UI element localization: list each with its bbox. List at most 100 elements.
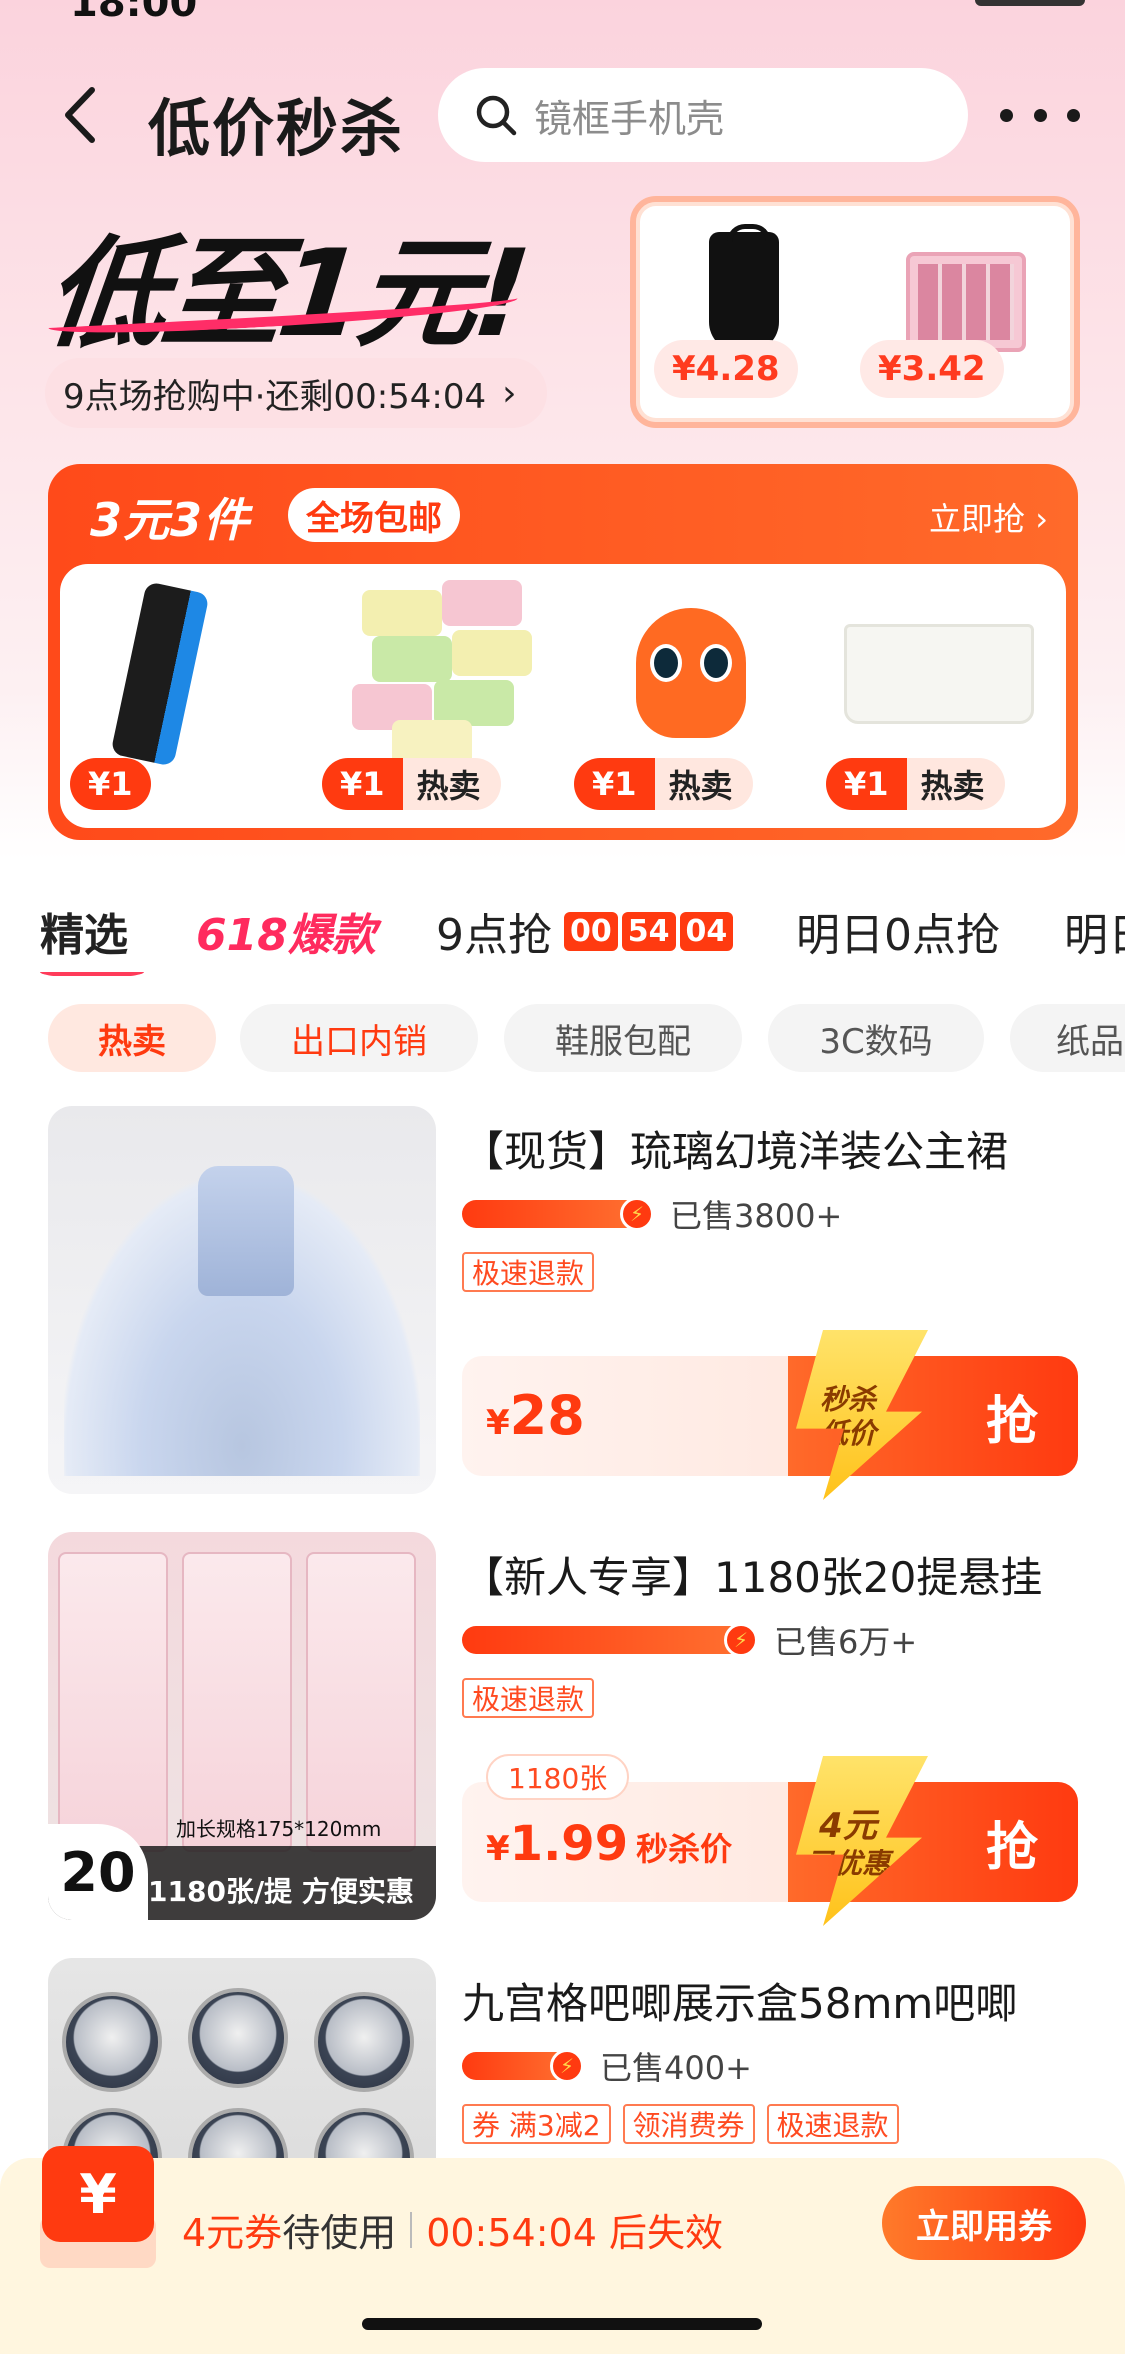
countdown-seconds: 04 [679, 911, 734, 951]
coupon-amount: 4元券 [182, 2211, 283, 2255]
deal-item[interactable]: ¥1 热卖 [312, 564, 562, 828]
price: ¥1.99 秒杀价 [486, 1816, 733, 1872]
coupon-tag: 券 满3减2 [462, 2104, 611, 2144]
featured-product-apron[interactable]: ¥4.28 [654, 222, 834, 412]
featured-product-palette[interactable]: ¥3.42 [860, 222, 1046, 412]
tab-featured[interactable]: 精选 [40, 896, 144, 976]
tab-label: 精选 [40, 910, 128, 961]
chip-3c[interactable]: 3C数码 [768, 1004, 984, 1072]
session-text: 9点场抢购中·还剩00:54:04 [63, 376, 487, 417]
coupon-icon: ¥ [40, 2146, 156, 2268]
badge-line1: 4元 [819, 1805, 877, 1846]
price: ¥28 [486, 1384, 585, 1447]
countdown-minutes: 54 [621, 911, 676, 951]
tab-tomorrow-0am[interactable]: 明日0点抢 [796, 896, 1000, 966]
countdown-hours: 00 [564, 911, 618, 951]
search-placeholder: 镜框手机壳 [534, 96, 725, 141]
search-input[interactable]: 镜框手机壳 [438, 68, 968, 162]
chip-apparel[interactable]: 鞋服包配 [504, 1004, 742, 1072]
deal-price: ¥1 [70, 758, 151, 810]
hot-label: 热卖 [402, 758, 501, 810]
hero-slogan: 低至1元! [39, 225, 533, 364]
hot-label: 热卖 [654, 758, 753, 810]
tab-label: 9点抢 [436, 910, 552, 961]
tag-row: 极速退款 [462, 1252, 595, 1292]
home-indicator [362, 2318, 762, 2330]
buy-bar[interactable]: 1180张 ¥1.99 秒杀价 抢 4元 已优惠 [462, 1754, 1078, 1926]
featured-products-card[interactable]: ¥4.28 ¥3.42 [630, 196, 1080, 428]
price-suffix: 秒杀价 [636, 1830, 733, 1868]
apron-image [709, 224, 779, 352]
bolt-icon: ⚡ [724, 1623, 758, 1657]
price-value: 1.99 [509, 1816, 629, 1872]
price-tag: ¥1 热卖 [574, 758, 753, 810]
product-image[interactable]: 1180张/提 方便实惠 加长规格175*120mm 20 [48, 1532, 436, 1920]
price-tag: ¥1 热卖 [322, 758, 501, 810]
voucher-tag: 领消费券 [622, 2104, 755, 2144]
chip-paper[interactable]: 纸品 [1010, 1004, 1125, 1072]
deal-items-panel: ¥1 ¥1 热卖 ¥1 热卖 ¥1 热卖 [60, 564, 1066, 828]
badge-line1: 秒杀 [819, 1383, 876, 1417]
battery-icon [975, 0, 1085, 6]
session-tabs: 精选 618爆款 9点抢 00 54 04 明日0点抢 明日 [40, 896, 1125, 976]
sold-count: 已售3800+ [670, 1197, 843, 1235]
tab-618[interactable]: 618爆款 [196, 896, 376, 966]
price-value: 28 [509, 1384, 585, 1447]
buy-bar[interactable]: ¥28 抢 秒杀 低价 [462, 1330, 1078, 1500]
deal-item[interactable]: ¥1 热卖 [816, 564, 1066, 828]
use-coupon-button[interactable]: 立即用券 [882, 2186, 1086, 2260]
tag-row: 券 满3减2 领消费券 极速退款 [462, 2104, 899, 2144]
coupon-text: 4元券 待使用 00:54:04 后失效 [182, 2202, 723, 2257]
image-count: 20 [48, 1824, 148, 1920]
product-title: 【新人专享】1180张20提悬挂 [462, 1553, 1043, 1602]
bolt-icon: ⚡ [550, 2049, 584, 2083]
status-time: 18:00 [70, 0, 198, 26]
yuan-icon: ¥ [42, 2146, 154, 2242]
sales-progress: ⚡ 已售3800+ [462, 1197, 842, 1235]
featured-price: ¥3.42 [860, 340, 1004, 398]
eraser-image [110, 581, 210, 767]
deal-price: ¥1 [574, 758, 655, 810]
featured-price: ¥4.28 [654, 340, 798, 398]
chip-hot[interactable]: 热卖 [48, 1004, 216, 1072]
palette-image [906, 252, 1026, 352]
coupon-status: 待使用 [282, 2211, 397, 2255]
coupon-expire: 00:54:04 后失效 [426, 2211, 723, 2255]
three-for-three-card[interactable]: 3元3件 全场包邮 立即抢 › ¥1 ¥1 热卖 ¥1 热卖 ¥1 热卖 [48, 464, 1078, 840]
search-icon [476, 95, 517, 136]
sold-count: 已售6万+ [774, 1623, 918, 1661]
deal-item[interactable]: ¥1 热卖 [564, 564, 814, 828]
tab-countdown: 00 54 04 [562, 911, 735, 951]
back-icon[interactable] [50, 80, 110, 150]
progress-bar: ⚡ [462, 1623, 758, 1657]
deal-more-link[interactable]: 立即抢 › [929, 494, 1048, 540]
sales-progress: ⚡ 已售6万+ [462, 1623, 917, 1661]
sheet-count-chip: 1180张 [486, 1754, 630, 1800]
more-icon[interactable] [1000, 90, 1080, 140]
bolt-icon: ⚡ [620, 1197, 654, 1231]
progress-bar: ⚡ [462, 1197, 654, 1231]
sales-progress: ⚡ 已售400+ [462, 2049, 752, 2087]
product-title: 【现货】琉璃幻境洋装公主裙 [462, 1127, 1009, 1176]
refund-tag: 极速退款 [462, 1678, 595, 1718]
sponges-image [352, 580, 542, 770]
tab-tomorrow[interactable]: 明日 [1064, 896, 1125, 966]
deal-item[interactable]: ¥1 [60, 564, 310, 828]
storage-box-image [844, 624, 1034, 724]
product-card[interactable]: 1180张/提 方便实惠 加长规格175*120mm 20 【新人专享】1180… [48, 1532, 1078, 1926]
tab-9am[interactable]: 9点抢 00 54 04 [436, 896, 735, 966]
refund-tag: 极速退款 [766, 2104, 899, 2144]
price-tag: ¥1 热卖 [826, 758, 1005, 810]
price-tag: ¥1 [70, 758, 151, 810]
refund-tag: 极速退款 [462, 1252, 595, 1292]
deal-price: ¥1 [826, 758, 907, 810]
deal-price: ¥1 [322, 758, 403, 810]
chip-export[interactable]: 出口内销 [240, 1004, 478, 1072]
tag-row: 极速退款 [462, 1678, 595, 1718]
hot-label: 热卖 [906, 758, 1005, 810]
free-shipping-badge: 全场包邮 [288, 488, 460, 542]
session-countdown-pill[interactable]: 9点场抢购中·还剩00:54:04 › [45, 358, 547, 428]
product-card[interactable]: 【现货】琉璃幻境洋装公主裙 ⚡ 已售3800+ 极速退款 ¥28 抢 秒杀 低价 [48, 1106, 1078, 1500]
toy-image [636, 608, 746, 738]
product-image[interactable] [48, 1106, 436, 1494]
